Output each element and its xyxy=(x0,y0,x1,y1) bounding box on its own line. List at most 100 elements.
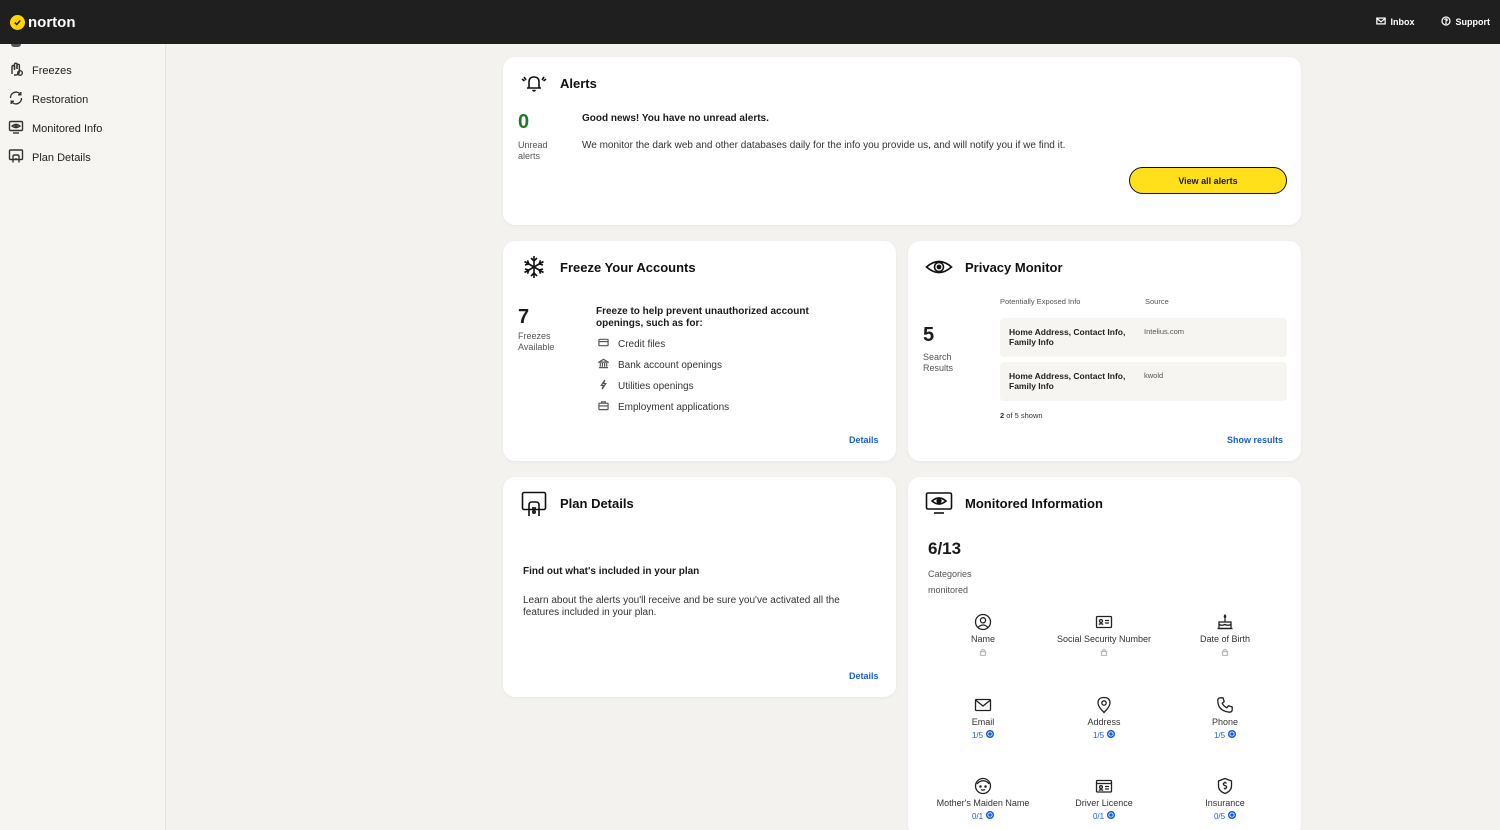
freeze-item: Utilities openings xyxy=(598,379,694,393)
sidebar-item-label: Plan Details xyxy=(32,151,91,164)
sidebar-item-label: Monitored Info xyxy=(32,122,103,135)
add-circle-icon[interactable] xyxy=(1107,729,1116,740)
add-circle-icon[interactable] xyxy=(986,729,995,740)
progress-count: 0/5 xyxy=(1213,811,1226,821)
shield-dollar-icon xyxy=(1216,777,1234,795)
source: kwold xyxy=(1144,371,1164,380)
search-results-label: Search Results xyxy=(923,352,953,374)
freeze-details-link[interactable]: Details xyxy=(849,435,879,445)
add-circle-icon[interactable] xyxy=(1228,810,1237,821)
envelope-icon xyxy=(974,696,992,714)
item-label: Social Security Number xyxy=(1056,634,1152,644)
help-circle-icon xyxy=(1440,16,1451,28)
add-circle-icon[interactable] xyxy=(1107,810,1116,821)
inbox-label: Inbox xyxy=(1390,17,1415,27)
monitored-item-maiden-name[interactable]: Mother's Maiden Name 0/1 xyxy=(923,777,1043,821)
freeze-item: Employment applications xyxy=(598,400,729,414)
source: Intelius.com xyxy=(1144,327,1185,336)
label-line-2: Available xyxy=(518,342,555,352)
plan-headline: Find out what's included in your plan xyxy=(523,566,700,577)
support-link[interactable]: Support xyxy=(1440,16,1491,28)
eye-icon xyxy=(925,257,953,282)
lock-icon xyxy=(923,647,1043,657)
norton-logo[interactable]: norton xyxy=(10,14,75,31)
freeze-item-label: Bank account openings xyxy=(618,359,722,371)
envelope-icon xyxy=(1375,16,1386,28)
support-label: Support xyxy=(1455,17,1491,27)
card-title: Freeze Your Accounts xyxy=(560,260,696,275)
bolt-icon xyxy=(598,379,609,393)
location-pin-icon xyxy=(1095,696,1113,714)
table-row[interactable]: Home Address, Contact Info, Family Info … xyxy=(1000,318,1287,357)
plan-icon xyxy=(521,491,547,522)
progress-count: 1/5 xyxy=(971,730,984,740)
phone-icon xyxy=(1216,696,1234,714)
freeze-accounts-card: Freeze Your Accounts 7 Freezes Available… xyxy=(503,241,896,461)
plan-details-link[interactable]: Details xyxy=(849,671,879,681)
sidebar-item-freezes[interactable]: Freezes xyxy=(8,61,72,80)
label-line-1: Unread xyxy=(518,140,548,150)
add-circle-icon[interactable] xyxy=(1228,729,1237,740)
sidebar-item-restoration[interactable]: Restoration xyxy=(8,90,88,109)
freeze-item-label: Credit files xyxy=(618,338,666,350)
monitored-item-email[interactable]: Email 1/5 xyxy=(923,696,1043,740)
freeze-item: Credit files xyxy=(598,337,665,351)
card-title: Privacy Monitor xyxy=(965,260,1063,275)
face-icon xyxy=(974,777,992,795)
cake-icon xyxy=(1216,613,1234,631)
show-results-link[interactable]: Show results xyxy=(1227,435,1283,445)
item-progress: 0/5 xyxy=(1165,810,1285,821)
monitored-item-address[interactable]: Address 1/5 xyxy=(1044,696,1164,740)
plan-details-card: Plan Details Find out what's included in… xyxy=(503,477,896,697)
column-header-source: Source xyxy=(1145,297,1169,306)
sidebar-item-label: Freezes xyxy=(32,64,72,77)
alerts-card: Alerts 0 Unread alerts Good news! You ha… xyxy=(503,57,1301,225)
add-circle-icon[interactable] xyxy=(986,810,995,821)
freezes-label: Freezes Available xyxy=(518,331,554,353)
item-progress: 0/1 xyxy=(1044,810,1164,821)
id-card-icon xyxy=(1095,613,1113,631)
label-line-1: Categories xyxy=(928,569,972,579)
bank-icon xyxy=(596,358,611,372)
credit-card-icon xyxy=(598,337,609,351)
item-progress: 1/5 xyxy=(923,729,1043,740)
unread-alerts-label: Unread alerts xyxy=(518,140,548,162)
monitored-item-name[interactable]: Name xyxy=(923,613,1043,657)
unread-alerts-count: 0 xyxy=(518,111,530,133)
item-label: Name xyxy=(970,634,995,644)
freeze-item-label: Employment applications xyxy=(618,401,730,413)
label-line-1: Freezes xyxy=(518,331,551,341)
table-row[interactable]: Home Address, Contact Info, Family Info … xyxy=(1000,362,1287,401)
card-title: Plan Details xyxy=(560,496,634,511)
item-label: Driver Licence xyxy=(1075,798,1133,808)
label-line-2: monitored xyxy=(928,585,969,595)
monitor-eye-icon xyxy=(925,491,953,520)
item-progress: 1/5 xyxy=(1165,729,1285,740)
alerts-description: We monitor the dark web and other databa… xyxy=(582,140,1066,151)
monitor-eye-icon xyxy=(8,119,24,138)
lock-icon xyxy=(1165,647,1285,657)
view-all-alerts-button[interactable]: View all alerts xyxy=(1129,167,1287,194)
item-progress: 1/5 xyxy=(1044,729,1164,740)
progress-count: 0/1 xyxy=(971,811,984,821)
item-label: Date of Birth xyxy=(1199,634,1251,644)
item-label: Address xyxy=(1087,717,1121,727)
sidebar: Freezes Restoration Monitored Info Plan … xyxy=(0,44,166,830)
monitored-item-driver-licence[interactable]: Driver Licence 0/1 xyxy=(1044,777,1164,821)
checkmark-logo-icon xyxy=(10,14,25,30)
monitored-item-insurance[interactable]: Insurance 0/5 xyxy=(1165,777,1285,821)
monitored-item-dob[interactable]: Date of Birth xyxy=(1165,613,1285,657)
alerts-headline: Good news! You have no unread alerts. xyxy=(582,113,769,124)
sidebar-item-plan-details[interactable]: Plan Details xyxy=(8,148,91,167)
inbox-link[interactable]: Inbox xyxy=(1375,16,1415,28)
briefcase-icon xyxy=(598,400,609,414)
sidebar-item-label: Restoration xyxy=(32,93,89,106)
freeze-item-label: Utilities openings xyxy=(618,380,694,392)
monitored-item-ssn[interactable]: Social Security Number xyxy=(1044,613,1164,657)
search-results-count: 5 xyxy=(923,324,935,346)
exposed-info: Home Address, Contact Info, Family Info xyxy=(1009,327,1126,347)
lock-icon xyxy=(1044,647,1164,657)
freeze-item: Bank account openings xyxy=(596,358,722,372)
monitored-item-phone[interactable]: Phone 1/5 xyxy=(1165,696,1285,740)
sidebar-item-monitored-info[interactable]: Monitored Info xyxy=(8,119,102,138)
